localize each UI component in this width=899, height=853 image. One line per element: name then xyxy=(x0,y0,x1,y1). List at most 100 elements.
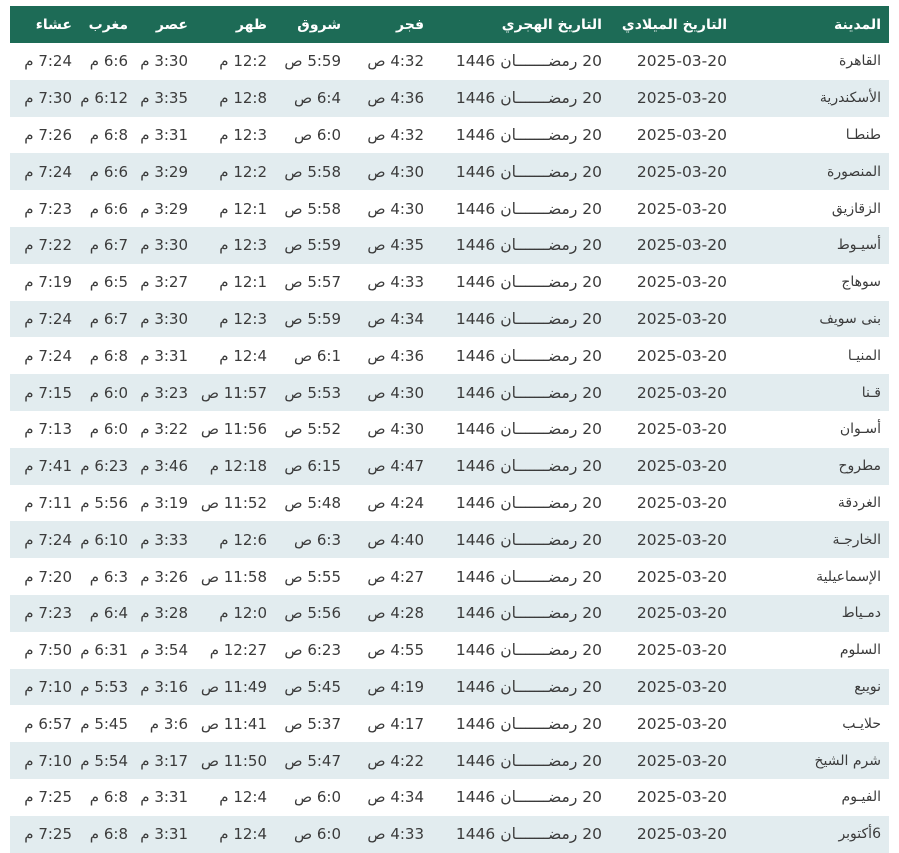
cell-isha: 7:24 م xyxy=(24,52,72,71)
cell-gregorian-date: 2025-03-20 xyxy=(636,788,727,807)
cell-fajr: 4:33 ص xyxy=(367,825,424,844)
table-row: أسيـوط 2025-03-20 20 رمضـــــــان 1446 4:35… xyxy=(10,226,889,264)
cell-fajr: 4:32 ص xyxy=(367,52,424,71)
cell-asr: 3:19 م xyxy=(140,493,188,512)
cell-maghrib: 6:8 م xyxy=(89,788,128,807)
cell-asr: 3:23 م xyxy=(140,383,188,402)
cell-sunrise: 6:0 ص xyxy=(293,825,341,844)
header-asr: عصر xyxy=(155,16,188,33)
cell-hijri-date: 20 رمضـــــــان 1446 xyxy=(455,677,602,696)
cell-gregorian-date: 2025-03-20 xyxy=(636,125,727,144)
cell-isha: 7:23 م xyxy=(24,604,72,623)
cell-gregorian-date: 2025-03-20 xyxy=(636,273,727,292)
cell-city: أسيـوط xyxy=(836,237,881,254)
cell-fajr: 4:30 ص xyxy=(367,420,424,439)
cell-hijri-date: 20 رمضـــــــان 1446 xyxy=(455,751,602,770)
cell-dhuhr: 12:3 م xyxy=(219,236,267,255)
cell-city: القاهرة xyxy=(839,53,881,70)
cell-sunrise: 6:15 ص xyxy=(284,457,341,476)
cell-gregorian-date: 2025-03-20 xyxy=(636,236,727,255)
cell-isha: 7:19 م xyxy=(24,273,72,292)
cell-hijri-date: 20 رمضـــــــان 1446 xyxy=(455,162,602,181)
cell-maghrib: 6:4 م xyxy=(89,604,128,623)
cell-city: المنيـا xyxy=(847,347,881,364)
cell-dhuhr: 12:18 م xyxy=(209,457,267,476)
cell-sunrise: 6:3 ص xyxy=(293,530,341,549)
cell-hijri-date: 20 رمضـــــــان 1446 xyxy=(455,457,602,476)
cell-maghrib: 5:56 م xyxy=(80,493,128,512)
table-row: الإسماعيلية 2025-03-20 20 رمضـــــــان 144… xyxy=(10,558,889,595)
cell-maghrib: 6:7 م xyxy=(89,236,128,255)
cell-asr: 3:54 م xyxy=(140,641,188,660)
header-city: المدينة xyxy=(834,16,881,33)
cell-sunrise: 5:37 ص xyxy=(284,714,341,733)
cell-gregorian-date: 2025-03-20 xyxy=(636,420,727,439)
cell-city: الأسكندرية xyxy=(819,90,881,107)
cell-sunrise: 6:1 ص xyxy=(293,346,341,365)
cell-dhuhr: 11:49 ص xyxy=(200,677,267,696)
table-body: القاهرة 2025-03-20 20 رمضـــــــان 1446 4:3… xyxy=(10,43,889,853)
prayer-times-table-container: المدينة التاريخ الميلادي التاريخ الهجري … xyxy=(10,0,889,853)
cell-fajr: 4:32 ص xyxy=(367,125,424,144)
cell-asr: 3:33 م xyxy=(140,530,188,549)
cell-fajr: 4:36 ص xyxy=(367,89,424,108)
cell-asr: 3:31 م xyxy=(140,788,188,807)
cell-isha: 7:11 م xyxy=(24,493,72,512)
cell-maghrib: 6:6 م xyxy=(89,199,128,218)
cell-fajr: 4:27 ص xyxy=(367,567,424,586)
cell-hijri-date: 20 رمضـــــــان 1446 xyxy=(455,236,602,255)
cell-dhuhr: 12:2 م xyxy=(219,162,267,181)
cell-dhuhr: 12:3 م xyxy=(219,309,267,328)
cell-asr: 3:31 م xyxy=(140,125,188,144)
cell-sunrise: 5:53 ص xyxy=(284,383,341,402)
table-header-row: المدينة التاريخ الميلادي التاريخ الهجري … xyxy=(10,6,889,43)
cell-city: الخارجـة xyxy=(832,531,881,548)
cell-city: طنطـا xyxy=(845,126,881,143)
cell-maghrib: 6:0 م xyxy=(89,420,128,439)
table-row: الزقازيق 2025-03-20 20 رمضـــــــان 1446 4:… xyxy=(10,190,889,227)
cell-sunrise: 6:0 ص xyxy=(293,125,341,144)
cell-maghrib: 5:53 م xyxy=(80,677,128,696)
cell-isha: 7:50 م xyxy=(24,641,72,660)
cell-city: حلايـب xyxy=(842,715,881,732)
cell-gregorian-date: 2025-03-20 xyxy=(636,530,727,549)
table-row: 6أكتوبر 2025-03-20 20 رمضـــــــان 1446 4:3… xyxy=(10,815,889,853)
table-row: قـنا 2025-03-20 20 رمضـــــــان 1446 4:30 ص… xyxy=(10,374,889,411)
cell-maghrib: 6:3 م xyxy=(89,567,128,586)
cell-gregorian-date: 2025-03-20 xyxy=(636,162,727,181)
cell-isha: 7:25 م xyxy=(24,788,72,807)
prayer-times-table: المدينة التاريخ الميلادي التاريخ الهجري … xyxy=(10,6,889,853)
cell-dhuhr: 11:41 ص xyxy=(200,714,267,733)
cell-isha: 7:15 م xyxy=(24,383,72,402)
cell-maghrib: 6:8 م xyxy=(89,825,128,844)
cell-hijri-date: 20 رمضـــــــان 1446 xyxy=(455,89,602,108)
cell-city: أسـوان xyxy=(839,421,881,438)
header-maghrib: مغرب xyxy=(88,16,128,33)
cell-sunrise: 5:59 ص xyxy=(284,236,341,255)
cell-dhuhr: 12:1 م xyxy=(219,199,267,218)
cell-isha: 7:30 م xyxy=(24,89,72,108)
cell-gregorian-date: 2025-03-20 xyxy=(636,52,727,71)
cell-dhuhr: 11:58 ص xyxy=(200,567,267,586)
cell-gregorian-date: 2025-03-20 xyxy=(636,383,727,402)
cell-city: سوهاج xyxy=(841,274,881,291)
cell-city: الفيـوم xyxy=(841,789,881,806)
cell-fajr: 4:40 ص xyxy=(367,530,424,549)
cell-maghrib: 6:0 م xyxy=(89,383,128,402)
cell-hijri-date: 20 رمضـــــــان 1446 xyxy=(455,714,602,733)
cell-maghrib: 6:12 م xyxy=(80,89,128,108)
cell-fajr: 4:24 ص xyxy=(367,493,424,512)
cell-gregorian-date: 2025-03-20 xyxy=(636,457,727,476)
cell-asr: 3:29 م xyxy=(140,162,188,181)
cell-asr: 3:29 م xyxy=(140,199,188,218)
cell-fajr: 4:35 ص xyxy=(367,236,424,255)
cell-maghrib: 6:6 م xyxy=(89,52,128,71)
cell-hijri-date: 20 رمضـــــــان 1446 xyxy=(455,199,602,218)
cell-city: بنى سويف xyxy=(819,310,881,327)
cell-isha: 7:24 م xyxy=(24,309,72,328)
cell-gregorian-date: 2025-03-20 xyxy=(636,309,727,328)
cell-fajr: 4:30 ص xyxy=(367,162,424,181)
cell-dhuhr: 11:52 ص xyxy=(200,493,267,512)
cell-sunrise: 5:48 ص xyxy=(284,493,341,512)
cell-isha: 7:26 م xyxy=(24,125,72,144)
